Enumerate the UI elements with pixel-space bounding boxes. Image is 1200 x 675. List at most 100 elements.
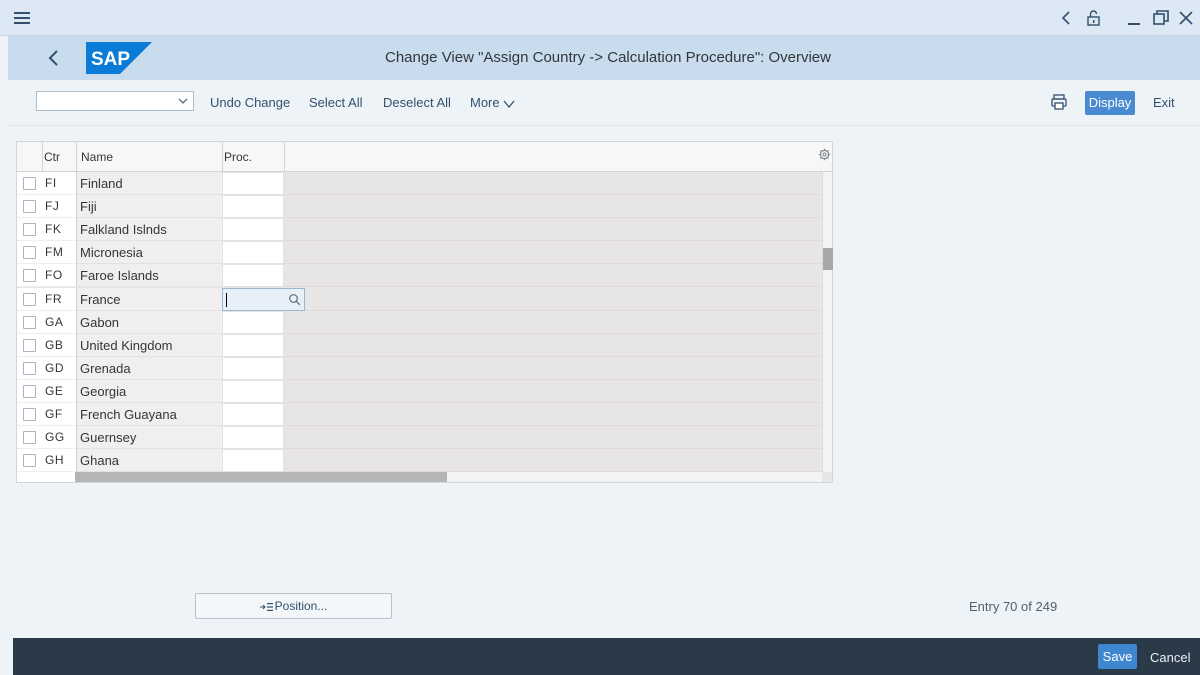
cell-filler [284,172,822,195]
close-icon[interactable] [1176,8,1196,28]
proc-input[interactable] [222,403,284,426]
proc-input[interactable] [222,426,284,450]
table-row[interactable]: GD Grenada [17,356,832,380]
position-button[interactable]: Position... [195,593,392,619]
proc-input[interactable] [222,241,284,265]
position-button-label: Position... [274,599,328,613]
proc-input[interactable] [222,172,284,195]
table-row[interactable]: FJ Fiji [17,195,832,219]
proc-input[interactable] [222,264,284,288]
header-proc[interactable]: Proc. [224,150,252,164]
cell-filler [284,287,822,311]
table-row[interactable]: FR France [17,287,832,311]
horizontal-scrollbar-thumb[interactable] [75,472,447,482]
more-button[interactable]: More [470,95,515,110]
cell-name: Micronesia [76,241,222,265]
row-checkbox[interactable] [23,223,36,237]
row-selector [17,172,42,195]
table-row[interactable]: GA Gabon [17,310,832,334]
column-separator [222,142,223,172]
row-checkbox[interactable] [23,315,36,329]
proc-input[interactable] [222,195,284,219]
row-checkbox[interactable] [23,338,36,352]
header-name[interactable]: Name [81,150,113,164]
proc-input[interactable] [222,310,284,334]
vertical-scrollbar[interactable] [822,172,833,472]
cell-filler [284,449,822,473]
search-icon[interactable] [288,293,301,306]
select-all-button[interactable]: Select All [309,95,362,110]
table-row[interactable]: GG Guernsey [17,426,832,450]
proc-input[interactable] [222,356,284,380]
cancel-button[interactable]: Cancel [1150,650,1190,665]
header-ctr[interactable]: Ctr [44,150,60,164]
row-selector [17,356,42,380]
table-header: Ctr Name Proc. [17,142,832,172]
more-button-label: More [470,95,500,110]
minimize-icon[interactable] [1124,8,1144,28]
row-selector [17,310,42,334]
table-row[interactable]: FI Finland [17,172,832,195]
table-row[interactable]: FO Faroe Islands [17,264,832,288]
table-row[interactable]: GE Georgia [17,379,832,403]
row-selector [17,449,42,473]
cell-name: France [76,287,222,311]
proc-input[interactable] [222,449,284,473]
proc-input[interactable] [222,287,305,311]
window-top-bar [0,0,1200,36]
row-checkbox[interactable] [23,384,36,398]
vertical-scrollbar-thumb[interactable] [823,248,833,270]
cell-name: Georgia [76,379,222,403]
row-checkbox[interactable] [23,361,36,375]
row-checkbox[interactable] [23,431,36,445]
toolbar-select[interactable] [36,91,194,111]
cell-name: Ghana [76,449,222,473]
column-separator [76,142,77,172]
display-button[interactable]: Display [1085,91,1135,115]
row-checkbox[interactable] [23,200,36,214]
unlock-icon[interactable] [1084,8,1104,28]
exit-button[interactable]: Exit [1153,95,1175,110]
table-row[interactable]: FM Micronesia [17,241,832,265]
table-row[interactable]: GF French Guayana [17,403,832,426]
row-checkbox[interactable] [23,292,36,306]
hamburger-icon[interactable] [12,9,34,27]
cell-ctr: GB [42,333,76,357]
cell-name: United Kingdom [76,333,222,357]
row-selector [17,379,42,403]
cell-name: Grenada [76,356,222,380]
title-bar: SAP Change View "Assign Country -> Calcu… [8,36,1200,80]
deselect-all-button[interactable]: Deselect All [383,95,451,110]
data-table: Ctr Name Proc. FI Finland FJ Fiji FK Falkland… [16,141,833,483]
undo-change-button[interactable]: Undo Change [210,95,290,110]
cell-ctr: FK [42,218,76,242]
text-cursor [226,292,227,307]
cell-filler [284,403,822,426]
column-separator [284,142,285,172]
restore-icon[interactable] [1151,8,1171,28]
save-button[interactable]: Save [1098,644,1137,669]
chevron-left-icon[interactable] [1056,8,1076,28]
proc-input[interactable] [222,333,284,357]
gear-icon[interactable] [818,148,831,161]
row-selector [17,218,42,242]
cell-filler [284,218,822,242]
cell-filler [284,195,822,219]
table-row[interactable]: GB United Kingdom [17,333,832,357]
cell-name: Falkland Islnds [76,218,222,242]
row-checkbox[interactable] [23,246,36,260]
chevron-down-icon [178,98,188,104]
column-separator [42,142,43,172]
cell-ctr: FR [42,287,76,311]
table-row[interactable]: FK Falkland Islnds [17,218,832,242]
proc-input[interactable] [222,218,284,242]
printer-icon[interactable] [1050,93,1068,111]
proc-input[interactable] [222,379,284,403]
horizontal-scrollbar[interactable] [75,472,822,482]
row-selector [17,195,42,219]
table-row[interactable]: GH Ghana [17,449,832,473]
row-checkbox[interactable] [23,408,36,421]
row-checkbox[interactable] [23,177,36,190]
row-checkbox[interactable] [23,269,36,283]
row-checkbox[interactable] [23,454,36,468]
